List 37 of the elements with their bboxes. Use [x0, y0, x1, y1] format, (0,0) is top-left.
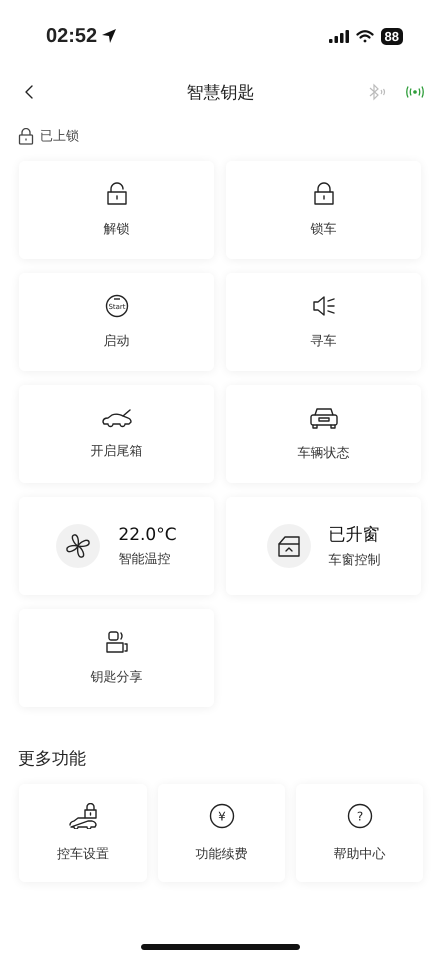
- key-share-icon: [104, 630, 128, 654]
- car-window-icon: [276, 534, 302, 558]
- control-tile[interactable]: 钥匙分享: [19, 609, 214, 707]
- section-title: 更多功能: [17, 748, 87, 771]
- help-icon: ?: [346, 803, 372, 829]
- status-value: 22.0°C: [118, 524, 177, 544]
- fan-icon: [65, 533, 92, 559]
- status-value: 已升窗: [328, 524, 380, 546]
- feature-tile[interactable]: 控车设置: [19, 784, 147, 882]
- control-tile[interactable]: 寻车: [226, 273, 421, 371]
- control-tile[interactable]: 锁车: [226, 161, 421, 259]
- tile-label: 车窗控制: [328, 552, 380, 569]
- tile-label: 智能温控: [118, 550, 170, 568]
- location-arrow-icon: [101, 28, 118, 44]
- control-tile[interactable]: 22.0°C 智能温控: [19, 497, 214, 595]
- cellular-signal-icon: [328, 30, 349, 42]
- wifi-icon: [356, 30, 374, 42]
- car-front-icon: [308, 406, 338, 430]
- control-tile[interactable]: 开启尾箱: [19, 385, 214, 483]
- speaker-icon: [310, 294, 336, 318]
- clock-time: 02:52: [46, 24, 98, 48]
- battery-level: 88: [380, 28, 403, 44]
- car-with-open-trunk-icon: [100, 408, 132, 428]
- back-chevron-icon: [24, 84, 34, 100]
- bluetooth-icon[interactable]: [367, 83, 387, 101]
- wireless-signal-icon[interactable]: [405, 85, 425, 99]
- control-tile[interactable]: 已升窗 车窗控制: [226, 497, 421, 595]
- car-with-padlock-icon: [68, 803, 98, 829]
- unlocked-padlock-icon: [106, 182, 128, 206]
- control-tile[interactable]: 车辆状态: [226, 385, 421, 483]
- padlock-icon: [312, 182, 334, 206]
- feature-tile[interactable]: ? 帮助中心: [296, 784, 423, 882]
- control-tile[interactable]: 解锁: [19, 161, 214, 259]
- feature-tile[interactable]: ¥ 功能续费: [158, 784, 285, 882]
- yuan-coin-icon: ¥: [208, 803, 234, 829]
- lock-status-text: 已上锁: [40, 128, 79, 145]
- page-title: 智慧钥匙: [186, 82, 254, 104]
